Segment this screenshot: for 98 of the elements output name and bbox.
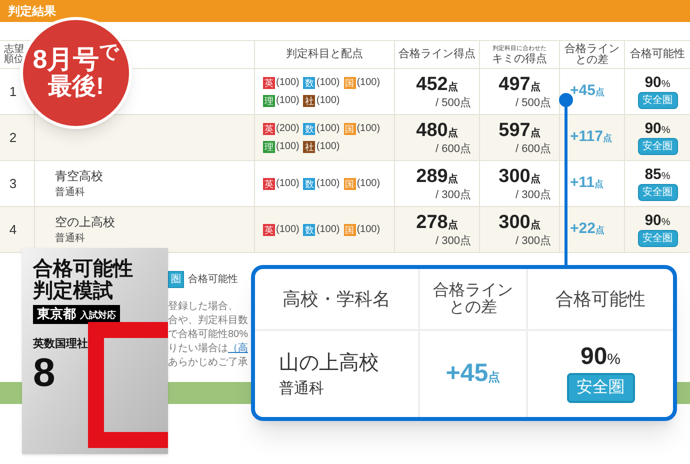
legend-text: 合格可能性 [188, 272, 238, 286]
pass-probability: 85% [644, 166, 670, 182]
rank-number: 1 [9, 82, 17, 101]
score-difference: +11点 [570, 173, 604, 194]
book-title: 判定模試 [33, 280, 113, 302]
subject-tag: 英 [263, 122, 275, 134]
subject-points: (100) [316, 122, 340, 136]
column-header: 合格ライン との差 [433, 282, 513, 316]
subject-tag: 国 [344, 76, 356, 88]
column-header: 合格ライン との差 [564, 44, 620, 66]
subject-points: (100) [356, 122, 380, 136]
zone-badge: 安全圏 [566, 373, 634, 403]
region-label: 東京都 入試対応 [33, 305, 120, 324]
your-score: 300点 [498, 212, 540, 232]
book-title: 合格可能性 [33, 258, 133, 280]
subject-points: (100) [276, 140, 300, 154]
note-text: 合や、判定科目数 [168, 315, 248, 326]
subject-points: (100) [316, 94, 340, 108]
course-name: 普通科 [55, 186, 85, 200]
subject-points: (100) [276, 76, 300, 90]
subject-points: (100) [316, 76, 340, 90]
zone-badge: 安全圏 [638, 92, 678, 108]
pass-probability: 90% [580, 345, 621, 369]
subject-tag: 英 [263, 178, 275, 190]
subject-tag: 英 [263, 224, 275, 236]
subject-points: (100) [316, 223, 340, 237]
subject-points: (100) [316, 177, 340, 191]
zone-badge: 安全圏 [638, 184, 678, 200]
subject-tag: 数 [303, 224, 316, 236]
subject-tag: 国 [344, 178, 356, 190]
total-score: / 500点 [436, 98, 471, 108]
promo-text: 8月号$^{で}$ [32, 45, 120, 73]
subject-tag: 数 [303, 178, 316, 190]
rank-number: 3 [9, 174, 17, 193]
rank-number: 2 [9, 128, 17, 147]
pass-line-score: 289点 [416, 166, 458, 186]
school-name: 青空高校 [55, 168, 103, 185]
course-name: 普通科 [279, 378, 325, 399]
zone-badge: 圏 [168, 270, 184, 288]
column-header: 合格可能性 [630, 47, 685, 62]
subject-tag: 理 [263, 140, 275, 152]
subject-points: (100) [316, 140, 340, 154]
book-number: 8 [33, 352, 56, 392]
school-name: 空の上高校 [55, 214, 115, 231]
zone-badge: 安全圏 [638, 230, 678, 246]
total-score: / 600点 [436, 144, 471, 154]
frame-icon [88, 322, 168, 448]
score-difference: +22点 [570, 219, 604, 240]
subject-tag: 社 [303, 94, 316, 106]
total-score: / 300点 [436, 190, 471, 200]
subject-tag: 数 [303, 122, 316, 134]
column-header: 判定科目と配点 [286, 46, 363, 62]
course-name: 普通科 [55, 232, 85, 246]
subject-points: (200) [276, 122, 300, 136]
column-header: 合格可能性 [556, 288, 646, 310]
total-score: / 600点 [516, 144, 551, 154]
score-difference: +45点 [570, 81, 604, 102]
pass-probability: 90% [644, 120, 670, 136]
subject-points: (100) [356, 76, 380, 90]
subject-tag: 国 [344, 122, 356, 134]
book-subjects: 英数国理社 [33, 336, 88, 352]
note-link[interactable]: （高 [228, 343, 248, 354]
subject-tag: 国 [344, 224, 356, 236]
score-difference: +117点 [570, 127, 612, 148]
zone-badge: 安全圏 [638, 138, 678, 154]
total-score: / 300点 [436, 236, 471, 246]
subject-points: (100) [356, 223, 380, 237]
pass-probability: 90% [644, 212, 670, 228]
total-score: / 300点 [516, 190, 551, 200]
subject-points: (100) [276, 223, 300, 237]
note-text: 登録した場合、 [168, 301, 238, 312]
column-header: キミの得点 [492, 52, 547, 64]
rank-number: 4 [9, 220, 17, 239]
pass-line-score: 278点 [416, 212, 458, 232]
subject-tag: 理 [263, 94, 275, 106]
school-name: 山の上高校 [279, 350, 380, 376]
your-score: 300点 [498, 166, 540, 186]
promo-text: 最後! [48, 73, 104, 101]
column-header: 合格ライン得点 [398, 46, 476, 62]
subject-tag: 社 [303, 140, 316, 152]
note-text: で合格可能性80% [168, 329, 248, 340]
total-score: / 300点 [516, 236, 551, 246]
pass-line-score: 480点 [416, 120, 458, 140]
your-score: 497点 [498, 74, 540, 94]
score-difference: +45点 [446, 358, 500, 390]
subject-points: (100) [276, 177, 300, 191]
note-text: あらかじめご了承 [168, 357, 248, 368]
pass-probability: 90% [644, 74, 670, 90]
subject-tag: 数 [303, 76, 316, 88]
subject-tag: 英 [263, 76, 275, 88]
subject-points: (100) [276, 94, 300, 108]
column-header: 高校・学科名 [282, 288, 390, 310]
section-title: 判定結果 [8, 3, 56, 20]
subject-points: (100) [356, 177, 380, 191]
pass-line-score: 452点 [416, 74, 458, 94]
note-text: りたい場合は（高 [168, 343, 248, 354]
total-score: / 500点 [516, 98, 551, 108]
your-score: 597点 [498, 120, 540, 140]
